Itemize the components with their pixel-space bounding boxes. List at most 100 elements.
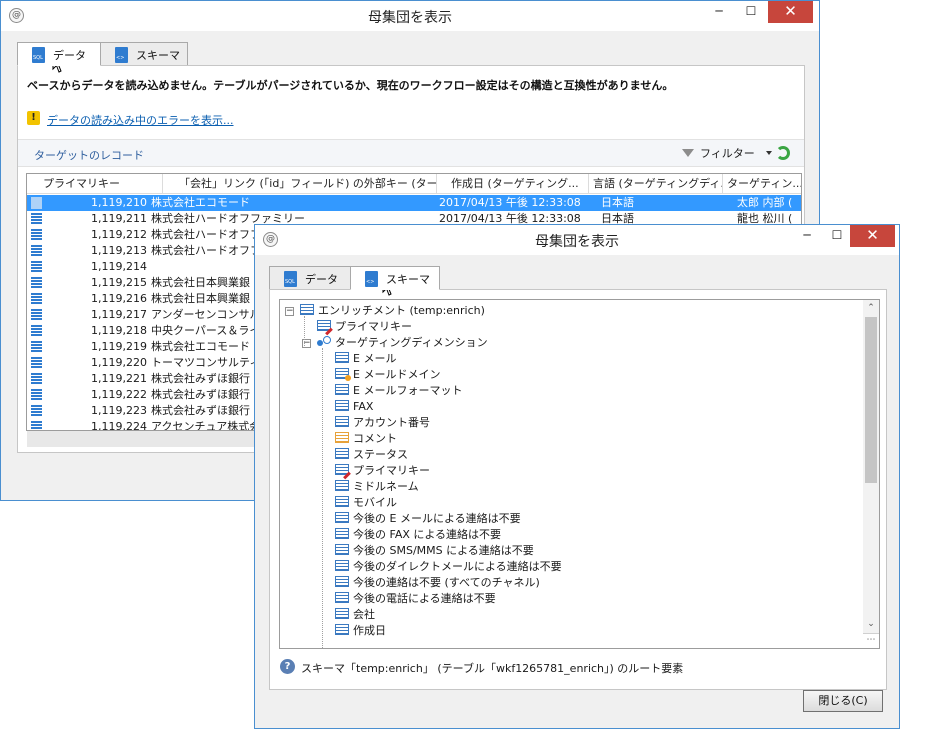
tree-node[interactable]: E メールフォーマット: [335, 383, 462, 399]
field-icon: [335, 496, 349, 507]
tree-node-label: E メール: [353, 352, 397, 365]
cell-company: 株式会社エコモード: [151, 196, 250, 209]
tree-node-label: プライマリキー: [353, 464, 430, 477]
column-header-language[interactable]: 言語 (ターゲティングディ...: [589, 174, 723, 194]
close-window-button[interactable]: ✕: [768, 1, 813, 23]
schema-tree[interactable]: − エンリッチメント (temp:enrich) プライマリキー − ターゲティングディ…: [279, 299, 880, 649]
tab-data[interactable]: SQL データ: [17, 42, 101, 66]
field-icon: [335, 560, 349, 571]
tree-nodes: − エンリッチメント (temp:enrich) プライマリキー − ターゲティングディ…: [280, 300, 864, 648]
tree-node[interactable]: FAX: [335, 399, 373, 415]
tree-node[interactable]: モバイル: [335, 495, 397, 511]
tree-node[interactable]: 作成日: [335, 623, 386, 639]
status-text: スキーマ「temp:enrich」 (テーブル「wkf1265781_enric…: [301, 662, 684, 675]
scroll-up-arrow-icon[interactable]: ⌃: [863, 300, 879, 316]
record-icon: [31, 229, 42, 241]
window-titlebar[interactable]: @ 母集団を表示 ─ ☐ ✕: [255, 225, 899, 255]
cell-primary-key: 1,119,215: [91, 276, 147, 289]
sql-doc-icon: SQL: [32, 47, 45, 63]
tree-node-label: コメント: [353, 432, 397, 445]
filter-button[interactable]: フィルター: [682, 144, 773, 164]
column-header-primary-key[interactable]: プライマリキー: [39, 174, 163, 194]
record-icon: [31, 341, 42, 353]
indexed-field-icon: [335, 368, 351, 381]
cell-primary-key: 1,119,218: [91, 324, 147, 337]
field-icon: [335, 528, 349, 539]
column-header-company-fk[interactable]: 「会社」リンク (「id」フィールド) の外部キー (ター...: [175, 174, 437, 194]
primary-key-icon: [335, 464, 349, 475]
cell-primary-key: 1,119,219: [91, 340, 147, 353]
cell-primary-key: 1,119,210: [91, 196, 147, 209]
vertical-scrollbar[interactable]: ⌃ ⌄: [863, 300, 879, 633]
cell-primary-key: 1,119,211: [91, 212, 147, 225]
close-button[interactable]: 閉じる(C): [803, 690, 883, 712]
record-icon: [31, 373, 42, 385]
record-icon: [31, 357, 42, 369]
record-icon: [31, 293, 42, 305]
tree-node[interactable]: 今後のダイレクトメールによる連絡は不要: [335, 559, 562, 575]
record-icon: [31, 261, 42, 273]
tree-node[interactable]: プライマリキー: [335, 463, 430, 479]
field-icon: [335, 352, 349, 363]
tree-node[interactable]: コメント: [335, 431, 397, 447]
field-icon: [335, 576, 349, 587]
collection-icon: [300, 304, 314, 315]
records-label: ターゲットのレコード: [34, 149, 144, 162]
tree-node[interactable]: E メール: [335, 351, 396, 367]
cell-primary-key: 1,119,212: [91, 228, 147, 241]
tree-node[interactable]: プライマリキー: [317, 319, 412, 335]
scroll-thumb[interactable]: [865, 317, 877, 483]
tree-node-label: ミドルネーム: [353, 480, 419, 493]
cell-created: 2017/04/13 午後 12:33:08: [439, 196, 581, 209]
minimize-button[interactable]: ─: [705, 1, 733, 23]
tree-guide-line: [304, 316, 305, 346]
maximize-button[interactable]: ☐: [823, 225, 851, 247]
cell-primary-key: 1,119,223: [91, 404, 147, 417]
minimize-button[interactable]: ─: [793, 225, 821, 247]
tree-node[interactable]: 今後の連絡は不要 (すべてのチャネル): [335, 575, 540, 591]
grid-header: プライマリキー 「会社」リンク (「id」フィールド) の外部キー (ター...…: [27, 174, 801, 194]
cell-language: 日本語: [601, 196, 634, 209]
tree-node[interactable]: 今後の SMS/MMS による連絡は不要: [335, 543, 534, 559]
tree-node[interactable]: ステータス: [335, 447, 408, 463]
window-titlebar[interactable]: @ 母集団を表示 ─ ☐ ✕: [1, 1, 819, 31]
tree-node[interactable]: E メールドメイン: [335, 367, 440, 383]
tree-node[interactable]: ミドルネーム: [335, 479, 419, 495]
more-icon[interactable]: ⋯: [863, 633, 879, 648]
column-header-targeting[interactable]: ターゲティン...: [723, 174, 801, 194]
field-icon: [335, 624, 349, 635]
tree-node-label: ターゲティングディメンション: [335, 336, 488, 349]
tree-node-label: 今後の E メールによる連絡は不要: [353, 512, 521, 525]
scroll-down-arrow-icon[interactable]: ⌄: [863, 617, 879, 633]
tree-node[interactable]: 会社: [335, 607, 375, 623]
tree-node[interactable]: 今後の電話による連絡は不要: [335, 591, 496, 607]
records-toolbar: ターゲットのレコード フィルター: [18, 139, 804, 167]
field-icon: [335, 544, 349, 555]
memo-field-icon: [335, 432, 349, 443]
tree-node-label: 作成日: [353, 624, 386, 637]
tree-node[interactable]: エンリッチメント (temp:enrich): [300, 303, 485, 319]
warning-icon: !: [27, 111, 40, 125]
refresh-icon[interactable]: [776, 146, 790, 160]
tab-schema[interactable]: <> スキーマ: [350, 266, 440, 290]
error-message: ベースからデータを読み込めません。テーブルがパージされているか、現在のワークフロ…: [27, 79, 674, 92]
tree-expander-icon[interactable]: −: [285, 307, 294, 316]
maximize-button[interactable]: ☐: [737, 1, 765, 23]
tree-node[interactable]: アカウント番号: [335, 415, 430, 431]
column-header-created[interactable]: 作成日 (ターゲティング...: [447, 174, 589, 194]
help-icon: ?: [280, 659, 295, 674]
tree-node[interactable]: 今後の FAX による連絡は不要: [335, 527, 501, 543]
error-details-link[interactable]: データの読み込み中のエラーを表示...: [47, 112, 234, 128]
tree-node-label: ステータス: [353, 448, 408, 461]
tree-node[interactable]: ターゲティングディメンション: [317, 335, 488, 351]
tab-data[interactable]: SQL データ: [269, 266, 351, 290]
tree-node-label: 会社: [353, 608, 375, 621]
tree-node-label: 今後の FAX による連絡は不要: [353, 528, 502, 541]
tree-node[interactable]: 今後の E メールによる連絡は不要: [335, 511, 521, 527]
close-window-button[interactable]: ✕: [850, 225, 895, 247]
table-row[interactable]: 1,119,210 株式会社エコモード 2017/04/13 午後 12:33:08…: [27, 195, 801, 211]
xml-doc-icon: <>: [365, 271, 378, 287]
window-title: 母集団を表示: [368, 10, 452, 26]
field-icon: [335, 448, 349, 459]
tab-schema[interactable]: <> スキーマ: [100, 42, 188, 66]
